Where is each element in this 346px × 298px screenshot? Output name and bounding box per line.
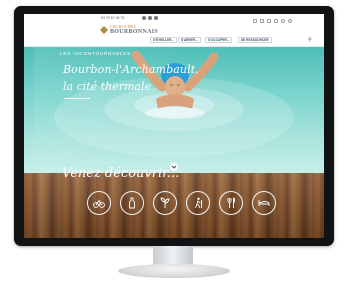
phone-number[interactable]: 04 70 67 09 79 [101, 16, 124, 20]
category-restaurant[interactable] [219, 191, 243, 215]
category-hiking[interactable] [186, 191, 210, 215]
print-icon[interactable] [267, 19, 271, 23]
facebook-icon[interactable] [142, 16, 146, 20]
nav-item-aerer[interactable]: S'AÉRER... [178, 37, 201, 43]
monitor-stand-neck [153, 246, 193, 266]
bed-icon [258, 200, 270, 206]
discover-title: Venez découvrir... [62, 166, 180, 181]
nav-item-ressourcer[interactable]: SE RESSOURCER [238, 37, 272, 43]
hero-kicker: LES INCONTOURNABLES [60, 51, 132, 56]
youtube-icon[interactable] [148, 16, 152, 20]
restaurant-icon [227, 197, 236, 208]
mail-icon[interactable] [274, 19, 278, 23]
logo-icon[interactable] [100, 26, 108, 34]
bike-icon [93, 200, 105, 208]
monitor-stand-base [118, 264, 230, 278]
logo-line2[interactable]: BOURBONNAIS [110, 29, 158, 35]
category-bike[interactable] [87, 191, 111, 215]
hero-title-line1[interactable]: Bourbon-l'Archambault, [63, 63, 199, 76]
bottle-icon [129, 197, 135, 209]
nature-icon [160, 197, 170, 208]
category-nature[interactable] [153, 191, 177, 215]
category-bottle[interactable] [120, 191, 144, 215]
hero-divider [64, 98, 90, 99]
contrast-icon[interactable] [260, 19, 264, 23]
nav-item-occuper[interactable]: S'OCCUPER... [205, 37, 233, 43]
translate-icon[interactable] [281, 19, 285, 23]
hiking-icon [195, 197, 202, 209]
instagram-icon[interactable] [154, 16, 158, 20]
site-header: 04 70 67 09 79 LES ROCHES BOURBONNAIS S'… [24, 14, 324, 47]
text-size-icon[interactable] [253, 19, 257, 23]
accessibility-icon[interactable] [288, 19, 292, 23]
nav-item-eveiller[interactable]: S'ÉVEILLER... [150, 37, 178, 43]
search-icon[interactable]: ⚲ [308, 37, 312, 43]
hero-title-line2[interactable]: la cité thermale [63, 80, 151, 93]
category-bed[interactable] [252, 191, 276, 215]
